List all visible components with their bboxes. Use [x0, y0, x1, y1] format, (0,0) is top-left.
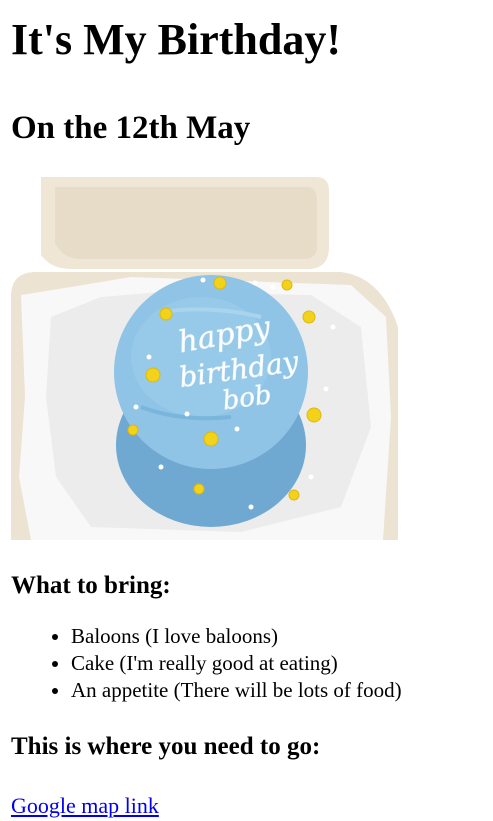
- birthday-cake-image: happy birthday bob: [11, 177, 398, 540]
- page-title: It's My Birthday!: [11, 15, 341, 64]
- list-item: Cake (I'm really good at eating): [71, 650, 482, 677]
- bring-list: Baloons (I love baloons) Cake (I'm reall…: [11, 623, 482, 704]
- what-to-bring-heading: What to bring:: [11, 572, 171, 599]
- list-item: Baloons (I love baloons): [71, 623, 482, 650]
- google-map-link[interactable]: Google map link: [11, 793, 159, 819]
- directions-heading: This is where you need to go:: [11, 733, 321, 760]
- page: It's My Birthday! On the 12th May happy …: [0, 0, 493, 819]
- page-subtitle: On the 12th May: [11, 110, 251, 146]
- list-item: An appetite (There will be lots of food): [71, 677, 482, 704]
